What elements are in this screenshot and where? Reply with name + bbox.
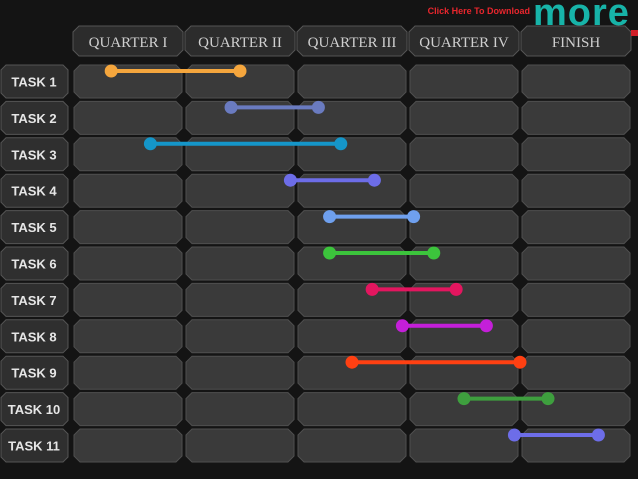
grid-cell [409,173,519,208]
grid-cell [409,100,519,135]
task-labels: TASK 1 TASK 2 TASK 3 TASK 4 TASK 5 TASK 6 TASK… [0,64,69,463]
grid-cell [185,246,295,281]
grid-cell [297,392,407,427]
task-start-marker [143,137,157,151]
task-label-box: TASK 2 [0,100,69,135]
grid-cell [521,210,631,245]
task-label-box: TASK 3 [0,137,69,172]
grid-cell [297,319,407,354]
task-label-box: TASK 11 [0,428,69,463]
column-header: QUARTER III [296,25,408,57]
task-label-box: TASK 10 [0,392,69,427]
task-label-box: TASK 1 [0,64,69,99]
grid-cell [73,210,183,245]
grid-cell [297,428,407,463]
grid-cell [521,100,631,135]
task-label: TASK 11 [8,439,60,454]
task-start-marker [323,246,337,260]
grid-cell [521,246,631,281]
grid-cell [297,64,407,99]
task-label: TASK 5 [11,220,56,235]
grid-cell [521,282,631,317]
grid-cell [73,246,183,281]
grid-cell [521,319,631,354]
grid-cell [73,355,183,390]
task-label: TASK 10 [8,402,61,417]
grid-cell [409,137,519,172]
grid-cell [185,173,295,208]
grid-cell [73,282,183,317]
task-label-box: TASK 8 [0,319,69,354]
task-end-marker [449,282,463,296]
grid-cell [185,319,295,354]
grid-cell [521,64,631,99]
task-label-box: TASK 5 [0,210,69,245]
grid-cell [409,210,519,245]
task-label-box: TASK 9 [0,355,69,390]
task-label: TASK 8 [11,329,56,344]
download-link[interactable]: Click Here To Download [404,6,530,16]
column-header-label: QUARTER II [198,35,282,51]
task-start-marker [507,428,521,442]
grid-cell [521,173,631,208]
grid-cell [521,137,631,172]
grid-cell [185,210,295,245]
task-end-marker [479,319,493,333]
task-start-marker [395,319,409,333]
brand-logo: more [533,0,630,34]
task-start-marker [323,210,337,224]
task-start-marker [365,282,379,296]
task-label: TASK 7 [11,293,56,308]
task-label: TASK 1 [11,75,56,90]
brand-logo-accent [631,30,638,36]
task-end-marker [311,100,325,114]
grid-cell [185,355,295,390]
task-label: TASK 4 [11,184,57,199]
column-header-label: FINISH [552,35,601,51]
gantt-chart: QUARTER I QUARTER II QUARTER III QUARTER IV… [0,25,632,463]
task-start-marker [224,100,238,114]
column-header: QUARTER IV [408,25,520,57]
task-label: TASK 2 [11,111,56,126]
column-header-label: QUARTER IV [419,35,509,51]
grid-cell [73,319,183,354]
task-start-marker [457,392,471,406]
task-label-box: TASK 7 [0,282,69,317]
grid-cell [73,392,183,427]
task-start-marker [345,355,359,369]
task-label-box: TASK 4 [0,173,69,208]
task-end-marker [513,355,527,369]
grid-cell [73,428,183,463]
column-header-label: QUARTER I [89,35,168,51]
grid-cell [185,392,295,427]
task-end-marker [367,173,381,187]
task-end-marker [427,246,441,260]
grid-cell [185,282,295,317]
grid-cell [185,428,295,463]
task-end-marker [233,64,247,78]
column-header: QUARTER I [72,25,184,57]
column-header-label: QUARTER III [308,35,397,51]
column-header: QUARTER II [184,25,296,57]
task-label-box: TASK 6 [0,246,69,281]
task-end-marker [541,392,555,406]
task-end-marker [334,137,348,151]
task-label: TASK 6 [11,257,56,272]
grid-cell [73,100,183,135]
task-start-marker [104,64,118,78]
grid-cell [409,428,519,463]
grid-cell [521,355,631,390]
task-label: TASK 9 [11,366,56,381]
task-end-marker [591,428,605,442]
grid-cell [73,173,183,208]
grid-cell [409,64,519,99]
task-start-marker [283,173,297,187]
task-label: TASK 3 [11,147,56,162]
task-end-marker [407,210,421,224]
